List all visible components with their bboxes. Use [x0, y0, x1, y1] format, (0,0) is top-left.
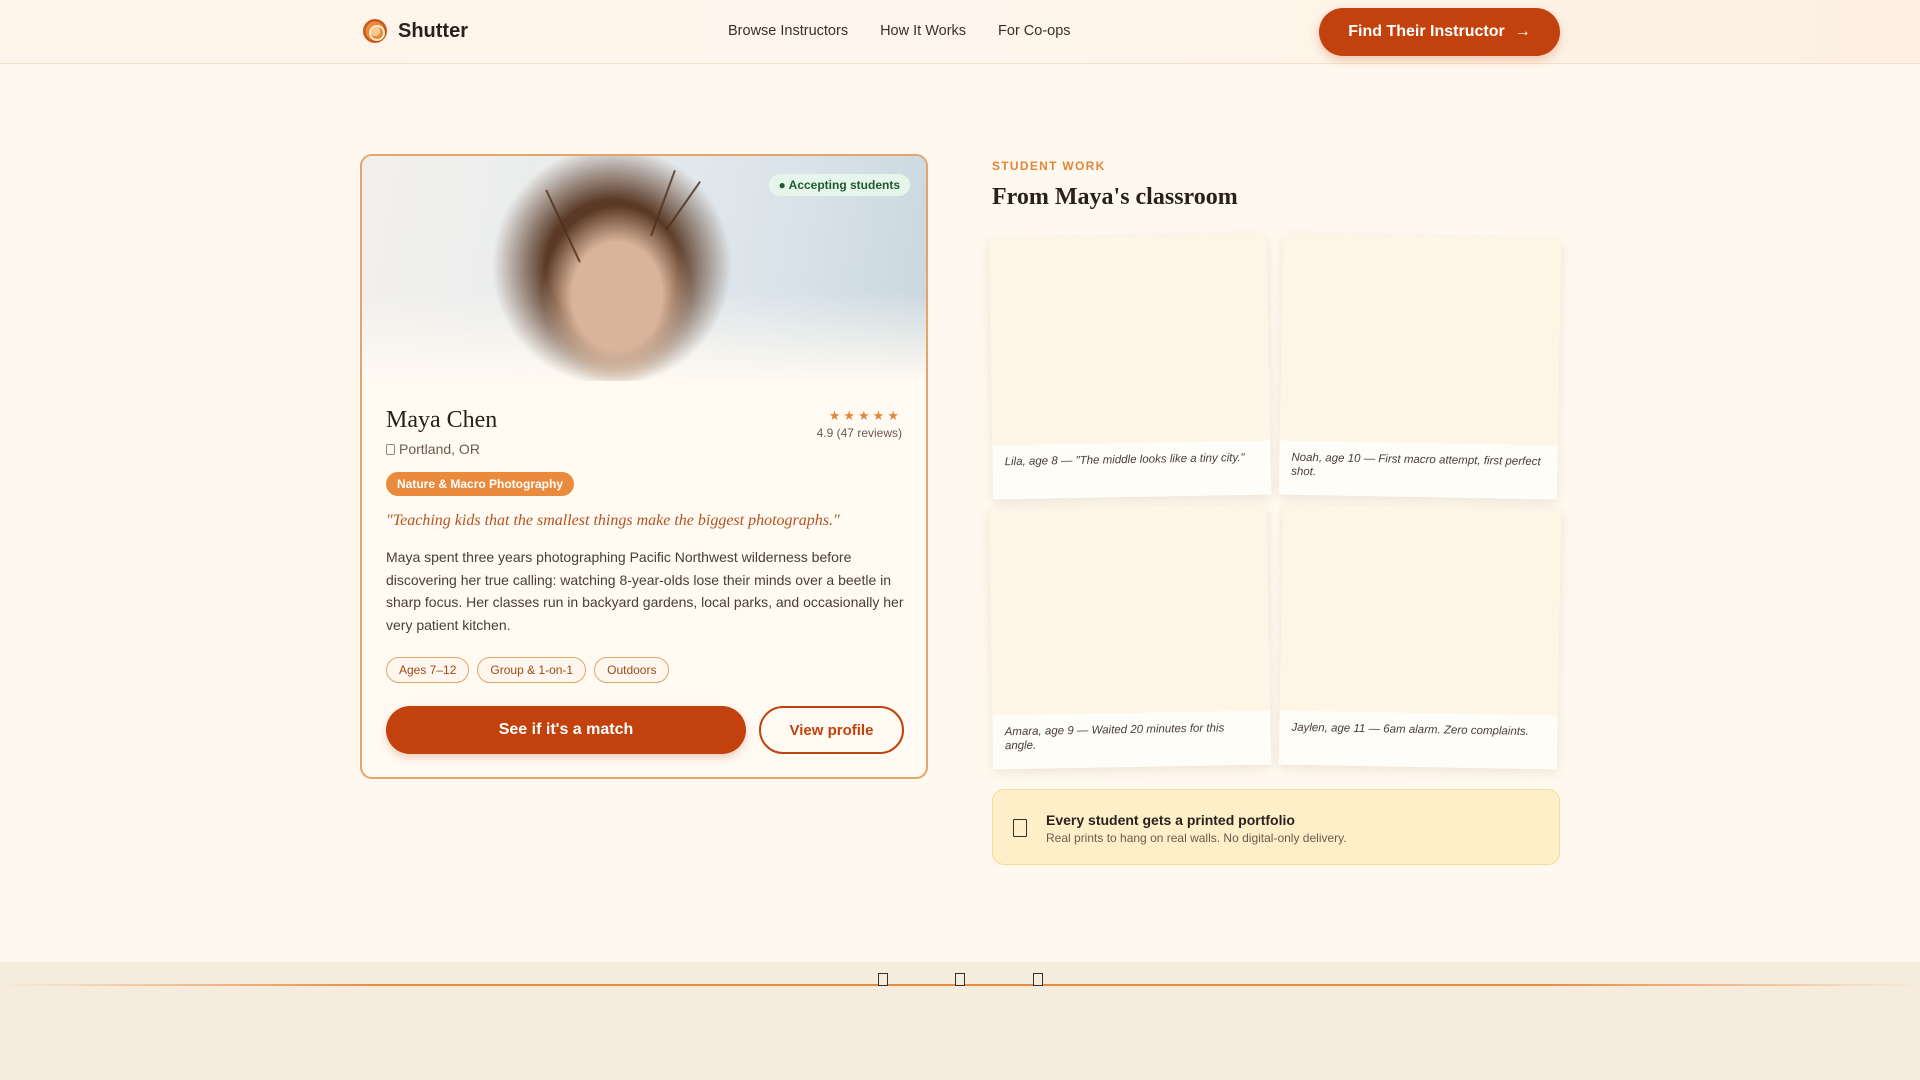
student-photo: [988, 504, 1271, 716]
student-work-item[interactable]: Noah, age 10 — First macro attempt, firs…: [1278, 234, 1562, 500]
student-work-item[interactable]: Lila, age 8 — "The middle looks like a t…: [988, 234, 1272, 500]
portfolio-subtitle: Real prints to hang on real walls. No di…: [1046, 831, 1347, 845]
logo-mark-icon: [363, 19, 387, 43]
find-instructor-label: Find Their Instructor: [1348, 23, 1505, 40]
tag-ages: Ages 7–12: [386, 657, 470, 683]
student-caption: Lila, age 8 — "The middle looks like a t…: [992, 440, 1272, 500]
star-rating-icon: ★★★★★: [828, 408, 902, 423]
main-nav: Browse Instructors How It Works For Co-o…: [728, 23, 1071, 39]
student-photo: [1279, 504, 1562, 716]
tag-format: Group & 1-on-1: [477, 657, 587, 683]
student-caption: Noah, age 10 — First macro attempt, firs…: [1278, 440, 1558, 500]
arrow-right-icon: →: [1514, 23, 1531, 40]
location-text: Portland, OR: [399, 441, 480, 457]
instructor-bio: Maya spent three years photographing Pac…: [386, 549, 904, 633]
nav-for-co-ops[interactable]: For Co-ops: [998, 23, 1071, 39]
student-caption: Amara, age 9 — Waited 20 minutes for thi…: [992, 710, 1272, 770]
logo-text: Shutter: [398, 19, 468, 42]
instructor-card: ● Accepting students Maya Chen Portland,…: [360, 154, 928, 779]
nav-how-it-works[interactable]: How It Works: [880, 23, 966, 39]
find-instructor-button[interactable]: Find Their Instructor →: [1319, 8, 1560, 56]
site-header: Shutter Browse Instructors How It Works …: [0, 0, 1920, 64]
footer-icon[interactable]: [955, 973, 965, 986]
nav-browse-instructors[interactable]: Browse Instructors: [728, 23, 848, 39]
specialty-badge: Nature & Macro Photography: [386, 472, 575, 496]
portfolio-title: Every student gets a printed portfolio: [1046, 812, 1295, 828]
footer-icon[interactable]: [878, 973, 888, 986]
view-profile-button[interactable]: View profile: [759, 706, 904, 754]
student-caption: Jaylen, age 11 — 6am alarm. Zero complai…: [1278, 710, 1558, 770]
instructor-quote: "Teaching kids that the smallest things …: [386, 512, 840, 529]
tag-list: Ages 7–12 Group & 1-on-1 Outdoors: [386, 657, 670, 683]
footer: [0, 962, 1920, 1080]
tag-setting: Outdoors: [594, 657, 670, 683]
rating-text: 4.9 (47 reviews): [816, 426, 902, 440]
student-photo: [988, 234, 1271, 446]
instructor-photo: ● Accepting students: [362, 156, 926, 381]
section-eyebrow: STUDENT WORK: [992, 159, 1106, 173]
instructor-name: Maya Chen: [386, 407, 498, 433]
section-title: From Maya's classroom: [992, 184, 1238, 210]
print-icon: [1013, 819, 1027, 837]
student-work-item[interactable]: Amara, age 9 — Waited 20 minutes for thi…: [988, 504, 1272, 770]
status-badge: ● Accepting students: [768, 174, 910, 196]
see-if-match-button[interactable]: See if it's a match: [386, 706, 746, 754]
logo[interactable]: Shutter: [363, 19, 468, 43]
instructor-location: Portland, OR: [386, 441, 480, 457]
pin-icon: [386, 443, 395, 455]
footer-icon[interactable]: [1033, 973, 1043, 986]
student-photo: [1279, 234, 1562, 446]
portfolio-callout: Every student gets a printed portfolio R…: [992, 789, 1560, 865]
student-work-item[interactable]: Jaylen, age 11 — 6am alarm. Zero complai…: [1278, 504, 1562, 770]
